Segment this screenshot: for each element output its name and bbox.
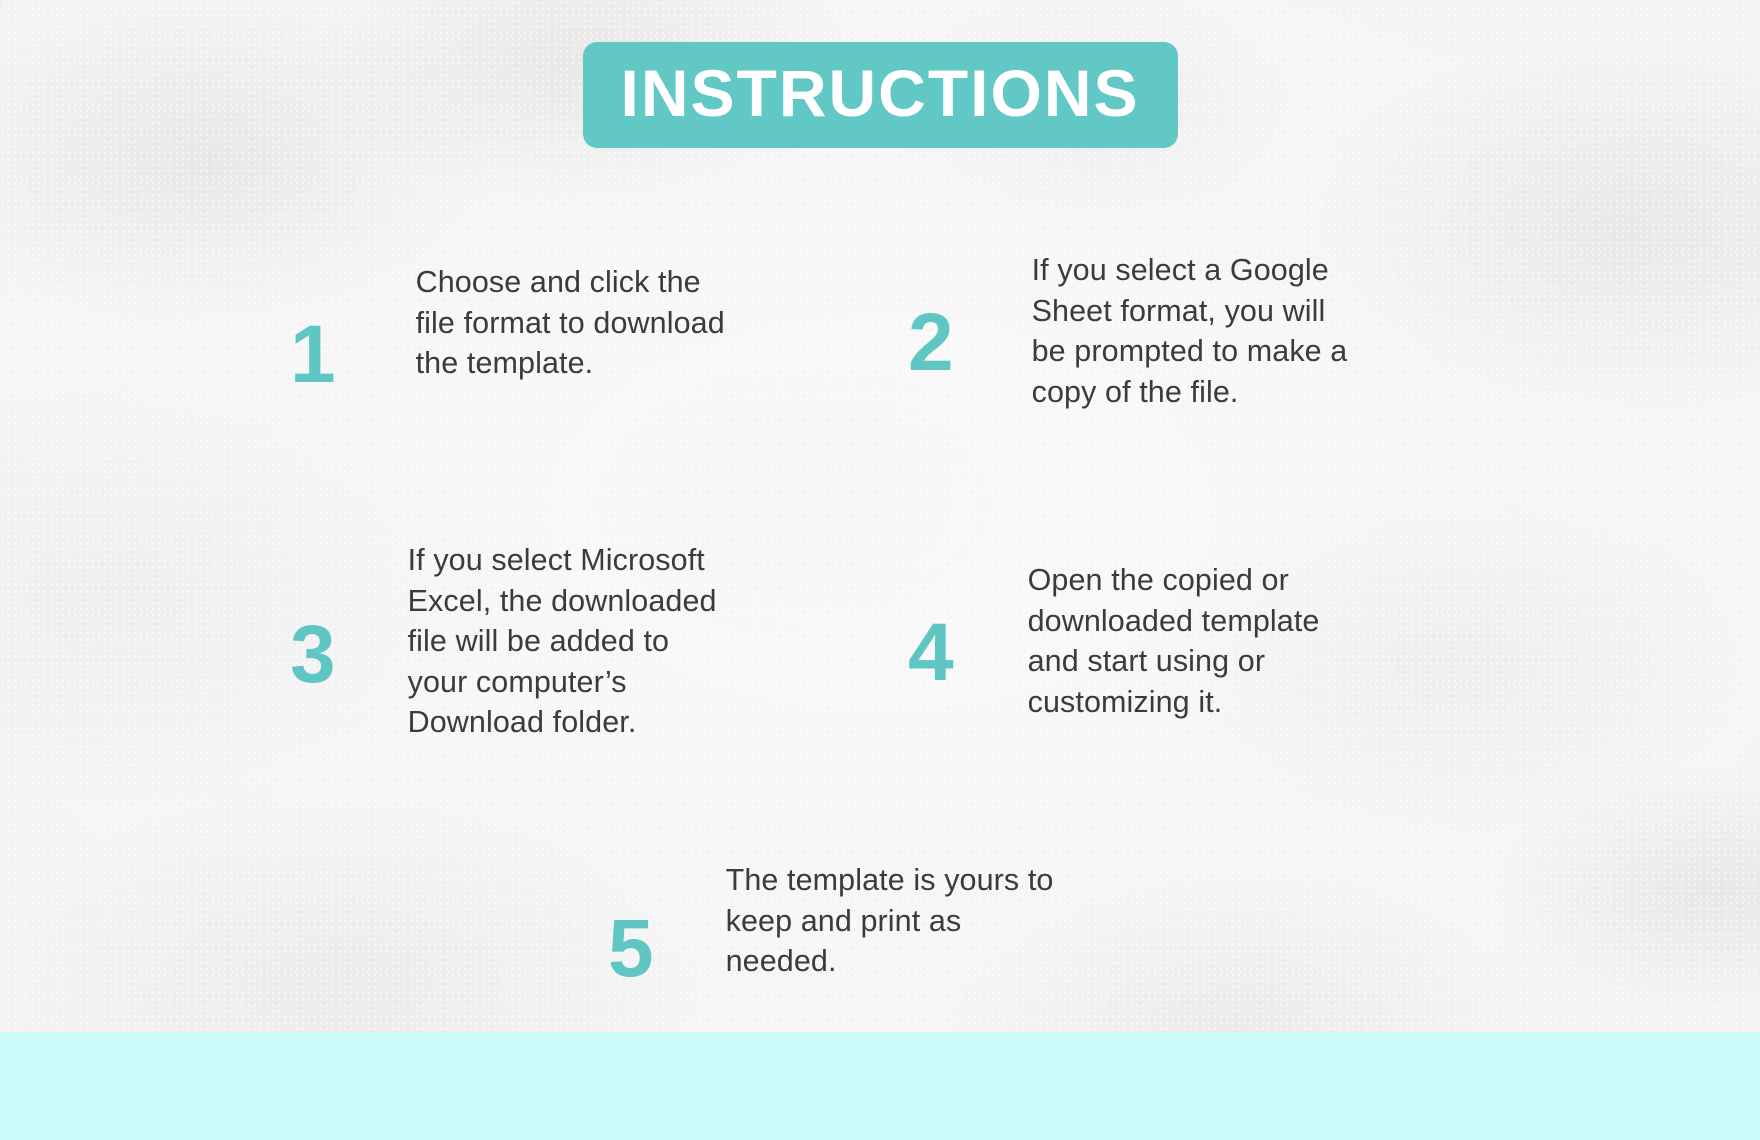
step-item-3: 3 If you select Microsoft Excel, the dow… bbox=[290, 540, 717, 743]
step-text-1: Choose and click the file format to down… bbox=[415, 265, 725, 381]
step-item-2: 2 If you select a Google Sheet format, y… bbox=[908, 250, 1347, 412]
step-text-4: Open the copied or downloaded template a… bbox=[1027, 563, 1320, 719]
step-item-5: 5 The template is yours to keep and prin… bbox=[608, 860, 1054, 990]
instructions-page: INSTRUCTIONS 1 Choose and click the file… bbox=[0, 0, 1760, 1140]
step-item-4: 4 Open the copied or downloaded template… bbox=[908, 560, 1319, 722]
step-text-5: The template is yours to keep and print … bbox=[725, 863, 1054, 979]
step-number-5: 5 bbox=[608, 903, 654, 994]
step-number-3: 3 bbox=[290, 609, 336, 700]
bottom-accent-band bbox=[0, 1032, 1760, 1140]
step-number-4: 4 bbox=[908, 607, 954, 698]
step-item-1: 1 Choose and click the file format to do… bbox=[290, 262, 725, 396]
step-number-2: 2 bbox=[908, 297, 954, 388]
step-text-2: If you select a Google Sheet format, you… bbox=[1031, 253, 1348, 409]
step-text-3: If you select Microsoft Excel, the downl… bbox=[407, 543, 717, 740]
steps-list: 1 Choose and click the file format to do… bbox=[0, 0, 1760, 1140]
step-number-1: 1 bbox=[290, 309, 336, 400]
